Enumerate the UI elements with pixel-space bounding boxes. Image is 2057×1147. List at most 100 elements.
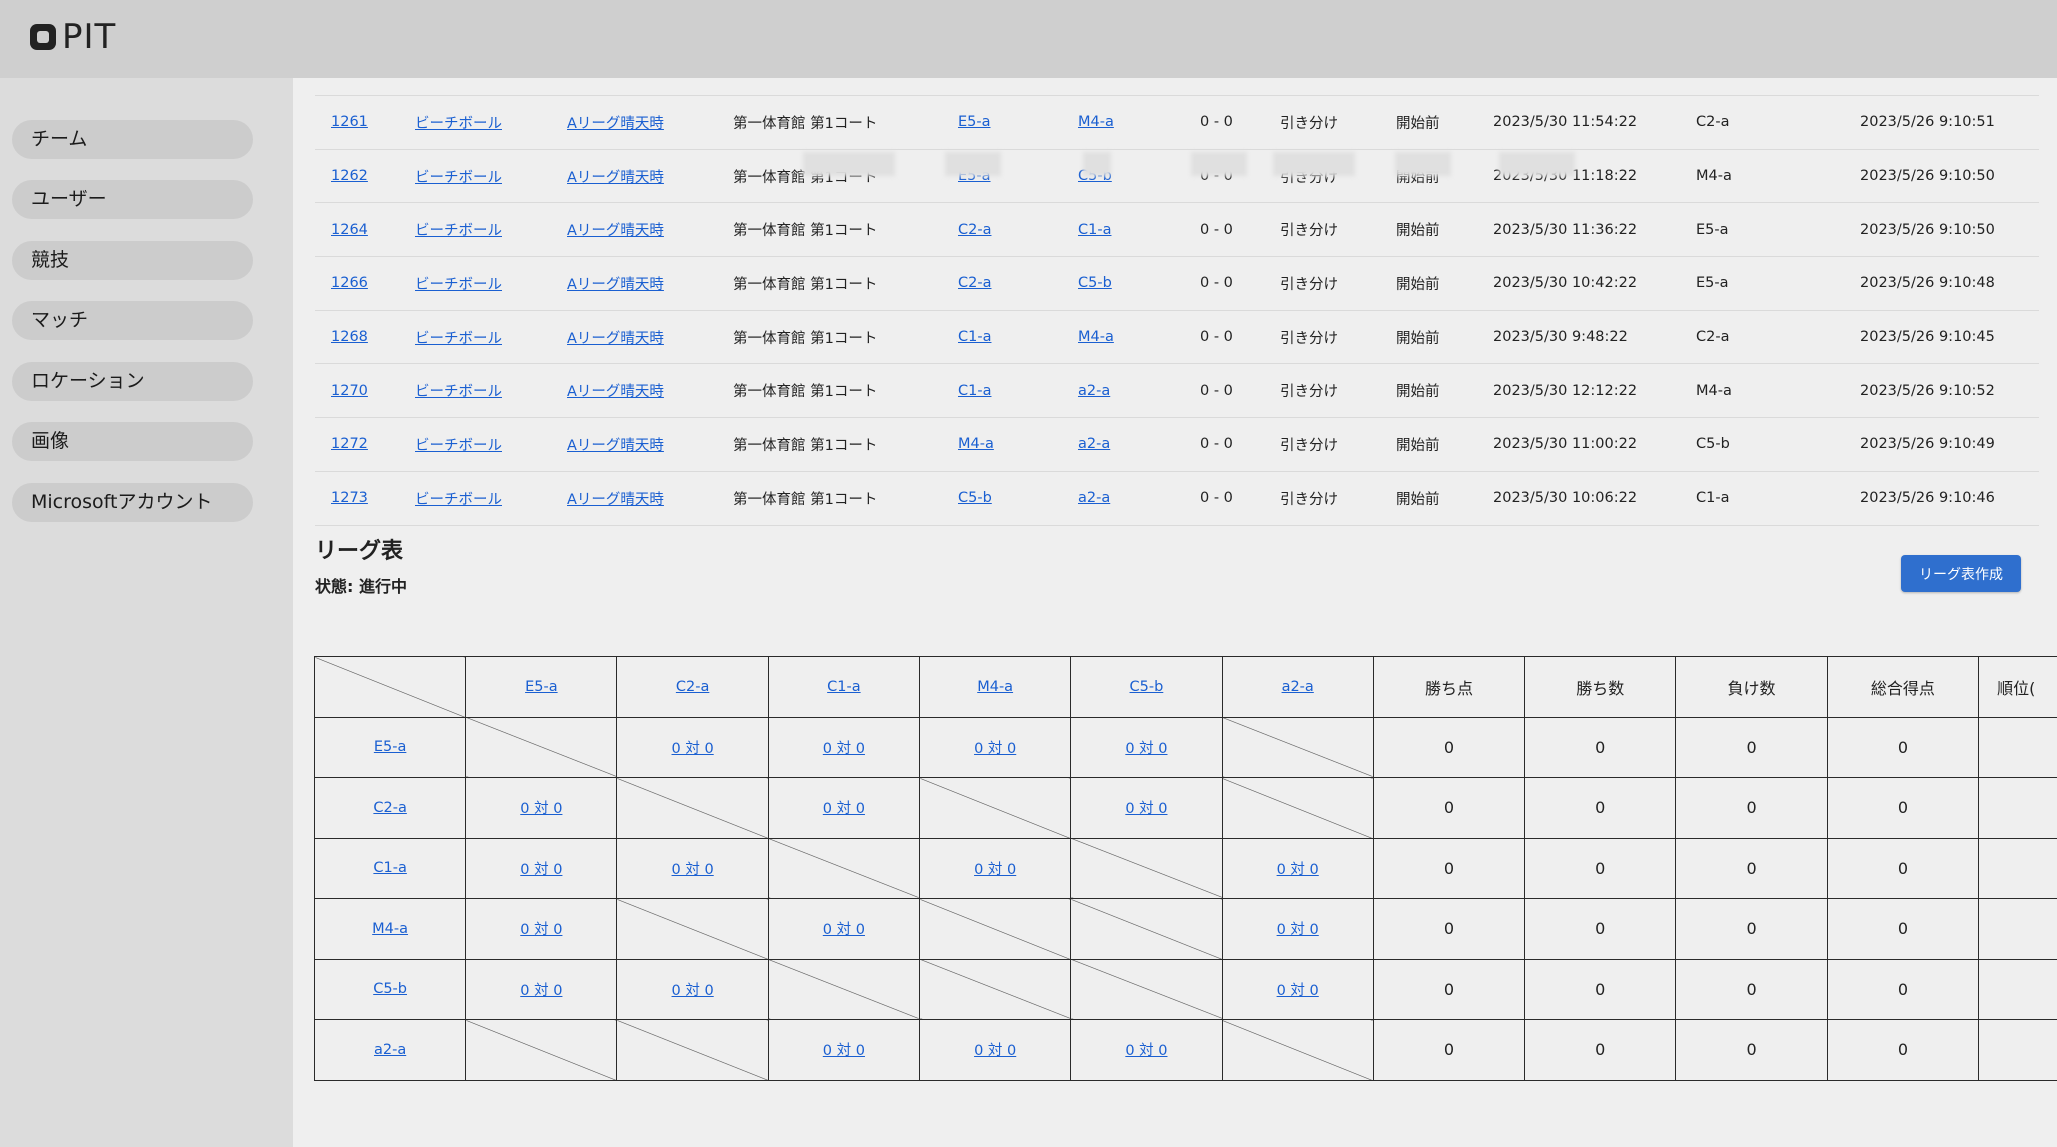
referee-cell-col: C2-a bbox=[1696, 95, 1860, 150]
sidebar-item-locations[interactable]: ロケーション bbox=[12, 362, 253, 401]
match-id-link[interactable]: 1270 bbox=[331, 383, 368, 399]
team1-link[interactable]: M4-a bbox=[958, 436, 994, 452]
score-cell: 0 - 0 bbox=[1200, 114, 1233, 131]
match-result-link[interactable]: 0 対 0 bbox=[672, 983, 714, 999]
match-result-link[interactable]: 0 対 0 bbox=[823, 922, 865, 938]
match-result-cell: 0 対 0 bbox=[465, 898, 618, 960]
team1-link[interactable]: E5-a bbox=[958, 114, 991, 130]
match-id-col: 1273 bbox=[315, 471, 415, 526]
match-result-cell: 0 対 0 bbox=[616, 716, 769, 778]
team-link[interactable]: M4-a bbox=[372, 921, 408, 937]
match-result-link[interactable]: 0 対 0 bbox=[974, 1043, 1016, 1059]
league-link[interactable]: Aリーグ晴天時 bbox=[567, 116, 664, 132]
sport-link[interactable]: ビーチボール bbox=[415, 116, 502, 132]
stat-cell: 0 bbox=[1675, 837, 1828, 899]
referee-cell: C1-a bbox=[1696, 490, 1730, 507]
match-result-link[interactable]: 0 対 0 bbox=[974, 741, 1016, 757]
team2-link[interactable]: M4-a bbox=[1078, 114, 1114, 130]
league-link[interactable]: Aリーグ晴天時 bbox=[567, 331, 664, 347]
sport-link[interactable]: ビーチボール bbox=[415, 170, 502, 186]
match-result-link[interactable]: 0 対 0 bbox=[520, 801, 562, 817]
league-link[interactable]: Aリーグ晴天時 bbox=[567, 438, 664, 454]
team1-link[interactable]: C1-a bbox=[958, 383, 991, 399]
sport-link[interactable]: ビーチボール bbox=[415, 331, 502, 347]
score-cell-col: 0 - 0 bbox=[1200, 95, 1280, 150]
match-result-link[interactable]: 0 対 0 bbox=[823, 801, 865, 817]
state-cell-col: 開始前 bbox=[1396, 471, 1493, 526]
match-result-link[interactable]: 0 対 0 bbox=[823, 1043, 865, 1059]
sidebar-item-users[interactable]: ユーザー bbox=[12, 180, 253, 219]
league-table-title: リーグ表 bbox=[315, 539, 404, 564]
match-row: 1270 ビーチボール Aリーグ晴天時 第一体育館 第1コート C1-a a2-a 0 - … bbox=[315, 363, 2039, 419]
state-cell: 開始前 bbox=[1396, 491, 1440, 508]
match-result-link[interactable]: 0 対 0 bbox=[1125, 801, 1167, 817]
league-link[interactable]: Aリーグ晴天時 bbox=[567, 492, 664, 508]
team2-link[interactable]: M4-a bbox=[1078, 329, 1114, 345]
sport-link[interactable]: ビーチボール bbox=[415, 492, 502, 508]
match-result-link[interactable]: 0 対 0 bbox=[974, 862, 1016, 878]
team-link[interactable]: E5-a bbox=[525, 679, 558, 695]
match-result-link[interactable]: 0 対 0 bbox=[520, 983, 562, 999]
match-row: 1261 ビーチボール Aリーグ晴天時 第一体育館 第1コート E5-a M4-a 0 - … bbox=[315, 95, 2039, 150]
sidebar-item-teams[interactable]: チーム bbox=[12, 120, 253, 159]
match-id-link[interactable]: 1261 bbox=[331, 114, 368, 130]
sport-link[interactable]: ビーチボール bbox=[415, 384, 502, 400]
team2-link[interactable]: a2-a bbox=[1078, 436, 1110, 452]
match-id-link[interactable]: 1264 bbox=[331, 222, 368, 238]
match-id-col: 1264 bbox=[315, 202, 415, 258]
team-link[interactable]: C2-a bbox=[676, 679, 709, 695]
match-id-link[interactable]: 1262 bbox=[331, 168, 368, 184]
league-link[interactable]: Aリーグ晴天時 bbox=[567, 223, 664, 239]
league-link[interactable]: Aリーグ晴天時 bbox=[567, 384, 664, 400]
team-link[interactable]: a2-a bbox=[1282, 679, 1314, 695]
match-id-link[interactable]: 1273 bbox=[331, 490, 368, 506]
team2-link[interactable]: C1-a bbox=[1078, 222, 1111, 238]
sport-link[interactable]: ビーチボール bbox=[415, 277, 502, 293]
team2-link[interactable]: C5-b bbox=[1078, 275, 1112, 291]
sport-link[interactable]: ビーチボール bbox=[415, 223, 502, 239]
sport-col: ビーチボール bbox=[415, 149, 567, 204]
sidebar-item-sports[interactable]: 競技 bbox=[12, 241, 253, 280]
team-link[interactable]: C1-a bbox=[373, 860, 406, 876]
team2-link[interactable]: a2-a bbox=[1078, 490, 1110, 506]
league-link[interactable]: Aリーグ晴天時 bbox=[567, 277, 664, 293]
team1-link[interactable]: C2-a bbox=[958, 275, 991, 291]
team-link[interactable]: M4-a bbox=[977, 679, 1013, 695]
team1-link[interactable]: C5-b bbox=[958, 490, 992, 506]
state-cell-col: 開始前 bbox=[1396, 417, 1493, 472]
match-id-link[interactable]: 1266 bbox=[331, 275, 368, 291]
team-link[interactable]: C5-b bbox=[1130, 679, 1164, 695]
sport-link[interactable]: ビーチボール bbox=[415, 438, 502, 454]
create-league-table-button[interactable]: リーグ表作成 bbox=[1901, 555, 2021, 592]
match-result-link[interactable]: 0 対 0 bbox=[520, 862, 562, 878]
match-result-link[interactable]: 0 対 0 bbox=[1277, 862, 1319, 878]
app-logo[interactable]: PIT bbox=[30, 18, 116, 56]
league-col-header: a2-a bbox=[1221, 656, 1374, 718]
sidebar-item-images[interactable]: 画像 bbox=[12, 422, 253, 461]
sidebar-item-matches[interactable]: マッチ bbox=[12, 301, 253, 340]
team2-link[interactable]: a2-a bbox=[1078, 383, 1110, 399]
match-result-link[interactable]: 0 対 0 bbox=[1277, 983, 1319, 999]
team-link[interactable]: C5-b bbox=[373, 981, 407, 997]
team-link[interactable]: C2-a bbox=[373, 800, 406, 816]
match-result-link[interactable]: 0 対 0 bbox=[1125, 1043, 1167, 1059]
stat-header: 総合得点 bbox=[1826, 656, 1980, 718]
result-cell-col: 引き分け bbox=[1280, 95, 1396, 150]
match-result-link[interactable]: 0 対 0 bbox=[823, 741, 865, 757]
sidebar-item-microsoft-accounts[interactable]: Microsoftアカウント bbox=[12, 483, 253, 522]
team-link[interactable]: a2-a bbox=[374, 1042, 406, 1058]
league-link[interactable]: Aリーグ晴天時 bbox=[567, 170, 664, 186]
match-result-link[interactable]: 0 対 0 bbox=[520, 922, 562, 938]
match-result-link[interactable]: 0 対 0 bbox=[1277, 922, 1319, 938]
team-link[interactable]: E5-a bbox=[374, 739, 407, 755]
match-id-link[interactable]: 1272 bbox=[331, 436, 368, 452]
match-result-link[interactable]: 0 対 0 bbox=[1125, 741, 1167, 757]
match-result-link[interactable]: 0 対 0 bbox=[672, 741, 714, 757]
match-id-link[interactable]: 1268 bbox=[331, 329, 368, 345]
match-result-cell: 0 対 0 bbox=[465, 777, 618, 839]
team1-link[interactable]: C1-a bbox=[958, 329, 991, 345]
team-link[interactable]: C1-a bbox=[827, 679, 860, 695]
match-result-link[interactable]: 0 対 0 bbox=[672, 862, 714, 878]
team1-link[interactable]: C2-a bbox=[958, 222, 991, 238]
start-time-cell: 2023/5/30 11:36:22 bbox=[1493, 221, 1638, 238]
